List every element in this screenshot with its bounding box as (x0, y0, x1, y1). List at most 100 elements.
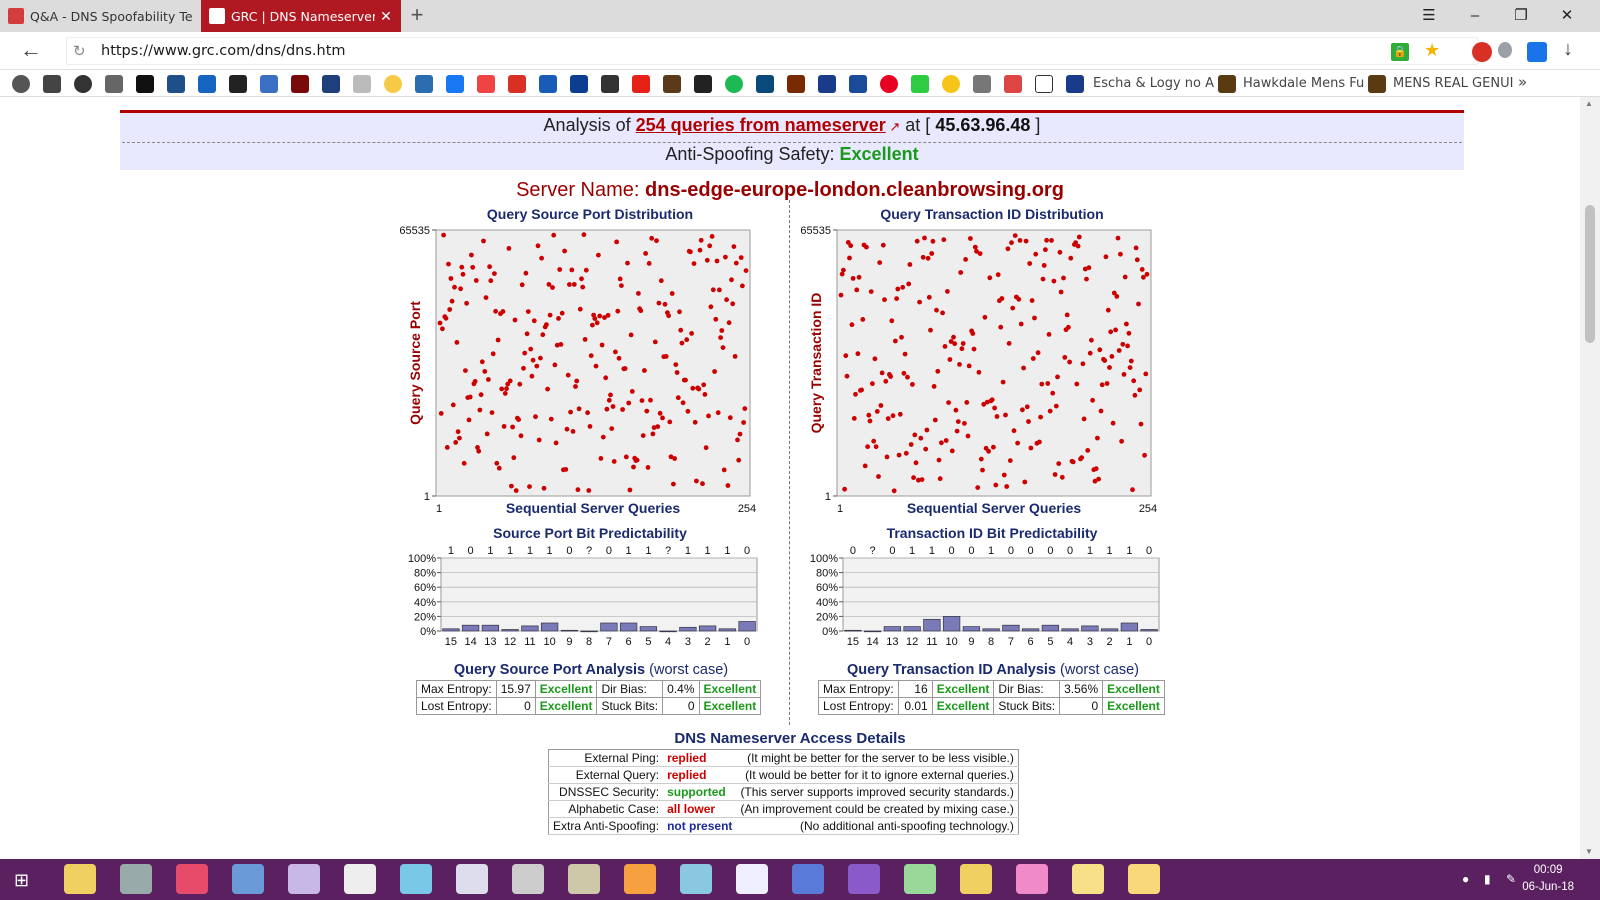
bookmark-icon[interactable] (973, 75, 991, 93)
taskbar-app-icon[interactable] (1128, 864, 1160, 894)
gear-icon[interactable] (12, 75, 30, 93)
taskbar-app-icon[interactable] (848, 864, 880, 894)
scroll-down-icon[interactable]: ▼ (1585, 847, 1593, 856)
bookmark-icon[interactable] (539, 75, 557, 93)
taskbar-app-icon[interactable] (736, 864, 768, 894)
taskbar-app-icon[interactable] (1016, 864, 1048, 894)
scrollbar-thumb[interactable] (1585, 205, 1595, 343)
data-point (642, 368, 647, 373)
bookmarks-overflow-button[interactable]: » (1518, 73, 1527, 91)
back-button[interactable]: ← (18, 38, 44, 64)
youtube-icon[interactable] (632, 75, 650, 93)
queries-link[interactable]: 254 queries from nameserver (636, 115, 886, 135)
bookmark-icon[interactable] (477, 75, 495, 93)
bookmark-label[interactable]: Hawkdale Mens Fu (1243, 76, 1364, 91)
bookmark-icon[interactable] (694, 75, 712, 93)
tab-grc[interactable]: GRC | DNS Nameserver Spoofability Test ✕ (201, 0, 401, 32)
bookmark-icon[interactable] (353, 75, 371, 93)
taskbar-app-icon[interactable] (1072, 864, 1104, 894)
data-point (615, 308, 621, 314)
data-point (936, 457, 942, 463)
pinterest-icon[interactable] (880, 75, 898, 93)
bookmark-icon[interactable] (415, 75, 433, 93)
taskbar-app-icon[interactable] (120, 864, 152, 894)
data-point (1062, 355, 1068, 360)
table-cell: Lost Entropy: (818, 697, 899, 715)
bookmark-icon[interactable] (756, 75, 774, 93)
bookmark-icon[interactable] (105, 75, 123, 93)
taskbar-app-icon[interactable] (344, 864, 376, 894)
bookmark-icon[interactable] (663, 75, 681, 93)
lightbulb-icon[interactable] (1498, 42, 1512, 58)
data-point (1079, 455, 1085, 460)
taskbar-app-icon[interactable] (400, 864, 432, 894)
lock-icon[interactable]: 🔒 (1391, 43, 1409, 61)
bookmark-icon[interactable] (787, 75, 805, 93)
bookmark-icon[interactable] (1368, 75, 1386, 93)
bookmark-icon[interactable] (291, 75, 309, 93)
bookmark-icon[interactable] (43, 75, 61, 93)
data-point (1067, 359, 1072, 365)
bookmark-icon[interactable] (1218, 75, 1236, 93)
extension-icon[interactable] (1472, 42, 1492, 62)
bookmark-icon[interactable] (601, 75, 619, 93)
start-button[interactable]: ⊞ (14, 870, 29, 891)
address-bar[interactable]: ↻ https://www.grc.com/dns/dns.htm (66, 37, 1478, 65)
table-cell: Stuck Bits: (596, 697, 664, 715)
battery-icon[interactable]: ▮ (1484, 872, 1491, 886)
table-cell: Excellent (698, 680, 762, 698)
bookmark-label[interactable]: Escha & Logy no A (1093, 76, 1214, 91)
taskbar-app-icon[interactable] (568, 864, 600, 894)
taskbar-app-icon[interactable] (456, 864, 488, 894)
bookmark-star-icon[interactable]: ★ (1424, 40, 1440, 61)
taskbar-app-icon[interactable] (960, 864, 992, 894)
bookmark-label[interactable]: MENS REAL GENUI (1393, 76, 1513, 91)
bookmark-icon[interactable] (1004, 75, 1022, 93)
discord-icon[interactable]: ● (1462, 872, 1469, 886)
minimize-button[interactable]: – (1452, 0, 1498, 32)
data-point (441, 232, 446, 238)
taskbar-app-icon[interactable] (624, 864, 656, 894)
gmail-icon[interactable] (508, 75, 526, 93)
bookmark-icon[interactable] (167, 75, 185, 93)
bookmark-icon[interactable] (942, 75, 960, 93)
close-tab-icon[interactable]: ✕ (379, 8, 393, 25)
translate-icon[interactable] (1527, 42, 1547, 62)
taskbar-app-icon[interactable] (680, 864, 712, 894)
taskbar-clock[interactable]: 00:09 06-Jun-18 (1522, 862, 1574, 896)
bookmark-icon[interactable] (818, 75, 836, 93)
lightbulb-icon[interactable] (384, 75, 402, 93)
taskbar-app-icon[interactable] (176, 864, 208, 894)
close-window-button[interactable]: ✕ (1544, 0, 1590, 32)
bookmark-icon[interactable] (322, 75, 340, 93)
scroll-up-icon[interactable]: ▲ (1585, 99, 1593, 108)
data-point (851, 416, 857, 421)
taskbar-app-icon[interactable] (64, 864, 96, 894)
bookmark-icon[interactable] (849, 75, 867, 93)
download-button[interactable]: ↓ (1563, 38, 1573, 61)
taskbar-app-icon[interactable] (904, 864, 936, 894)
tab-qa[interactable]: Q&A - DNS Spoofability Test (0, 0, 200, 32)
bookmark-icon[interactable] (136, 75, 154, 93)
bookmark-icon[interactable] (911, 75, 929, 93)
taskbar-app-icon[interactable] (232, 864, 264, 894)
bookmark-icon[interactable] (198, 75, 216, 93)
new-tab-button[interactable]: + (405, 4, 429, 28)
facebook-icon[interactable] (446, 75, 464, 93)
taskbar-app-icon[interactable] (288, 864, 320, 894)
taskbar-app-icon[interactable] (512, 864, 544, 894)
bookmark-icon[interactable] (260, 75, 278, 93)
wikipedia-icon[interactable] (1035, 75, 1053, 93)
bookmark-icon[interactable] (229, 75, 247, 93)
bookmark-icon[interactable] (570, 75, 588, 93)
reload-icon[interactable]: ↻ (73, 42, 86, 60)
bookmark-icon[interactable] (74, 75, 92, 93)
pen-icon[interactable]: ✎ (1506, 872, 1516, 886)
vertical-scrollbar[interactable]: ▲ ▼ (1580, 97, 1600, 859)
taskbar-app-icon[interactable] (792, 864, 824, 894)
bookmark-icon[interactable] (1066, 75, 1084, 93)
restore-button[interactable]: ❐ (1498, 0, 1544, 32)
menu-button[interactable]: ☰ (1406, 0, 1452, 32)
bookmark-icon[interactable] (725, 75, 743, 93)
url-text[interactable]: https://www.grc.com/dns/dns.htm (101, 43, 346, 59)
